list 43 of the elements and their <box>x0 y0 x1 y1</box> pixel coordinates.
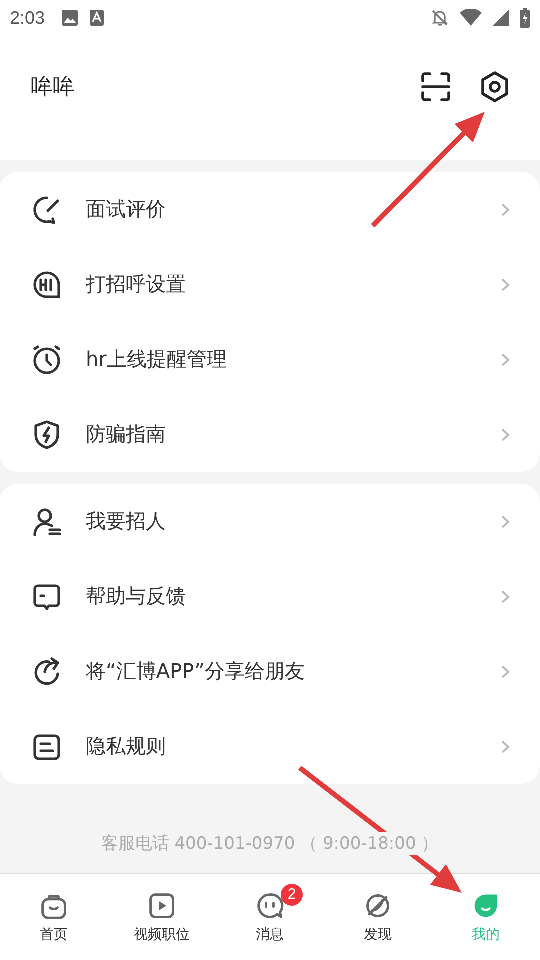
nav-tab[interactable]: 发现 <box>324 874 432 960</box>
nav-tab[interactable]: 2 消息 <box>216 874 324 960</box>
battery-charging-icon <box>520 8 530 28</box>
chevron-right-icon <box>501 514 510 528</box>
keyboard-a-icon <box>89 9 106 27</box>
chat-check-icon <box>32 194 62 224</box>
person-icon <box>32 506 62 536</box>
menu-row[interactable]: 隐私规则 <box>0 709 540 784</box>
chevron-right-icon <box>501 428 510 442</box>
menu-row[interactable]: 帮助与反馈 <box>0 559 540 634</box>
wifi-icon <box>460 9 482 27</box>
menu-row[interactable]: 防骗指南 <box>0 397 540 472</box>
chat-bubble-icon <box>256 892 284 920</box>
menu-row[interactable]: 将“汇博APP”分享给朋友 <box>0 634 540 709</box>
menu-row[interactable]: 面试评价 <box>0 172 540 247</box>
chevron-right-icon <box>501 352 510 366</box>
unread-badge: 2 <box>281 884 303 906</box>
planet-icon <box>364 892 392 920</box>
muted-bell-icon <box>430 8 450 28</box>
smile-leaf-icon <box>472 892 500 920</box>
chevron-right-icon <box>501 664 510 678</box>
message-box-icon <box>32 582 62 612</box>
image-icon <box>61 9 80 27</box>
clock-time: 2:03 <box>10 8 46 28</box>
signal-icon <box>492 9 510 27</box>
hi-bubble-icon <box>32 270 62 300</box>
share-arrow-icon <box>32 656 62 686</box>
scan-button[interactable] <box>420 71 452 103</box>
alarm-clock-icon <box>32 344 62 374</box>
menu-row[interactable]: 我要招人 <box>0 484 540 559</box>
chevron-right-icon <box>501 202 510 216</box>
video-play-icon <box>148 892 176 920</box>
chevron-right-icon <box>501 590 510 604</box>
document-icon <box>32 732 62 762</box>
nav-tab[interactable]: 首页 <box>0 874 108 960</box>
menu-row[interactable]: hr上线提醒管理 <box>0 322 540 397</box>
user-name: 哞哞 <box>31 74 76 102</box>
chevron-right-icon <box>501 740 510 754</box>
chevron-right-icon <box>501 278 510 292</box>
settings-button[interactable] <box>480 71 510 103</box>
nav-tab[interactable]: 视频职位 <box>108 874 216 960</box>
menu-row[interactable]: 打招呼设置 <box>0 247 540 322</box>
shield-icon <box>32 420 62 450</box>
